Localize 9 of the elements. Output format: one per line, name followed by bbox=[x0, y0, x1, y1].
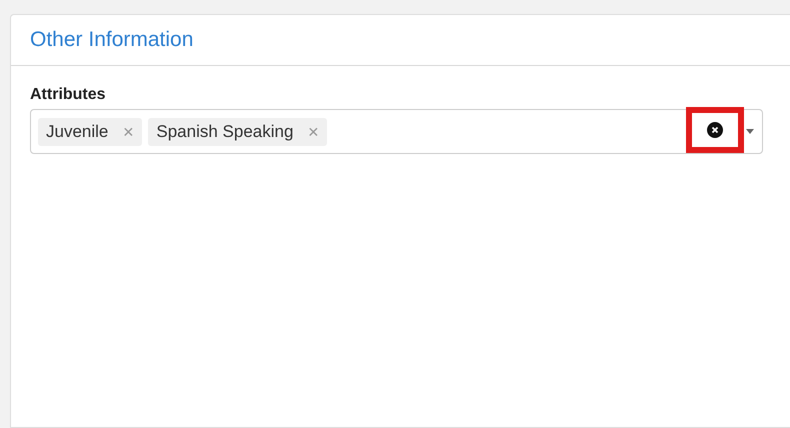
tag-label: Spanish Speaking bbox=[156, 122, 294, 142]
remove-tag-button[interactable]: ✕ bbox=[122, 124, 134, 140]
tag-label: Juvenile bbox=[46, 122, 108, 142]
panel-title: Other Information bbox=[30, 28, 194, 52]
caret-icon[interactable] bbox=[746, 129, 754, 134]
clear-icon[interactable] bbox=[707, 122, 723, 138]
remove-tag-button[interactable]: ✕ bbox=[307, 124, 320, 140]
field-label: Attributes bbox=[30, 86, 107, 104]
multi-select-field[interactable]: Juvenile ✕ Spanish Speaking ✕ bbox=[30, 109, 763, 154]
